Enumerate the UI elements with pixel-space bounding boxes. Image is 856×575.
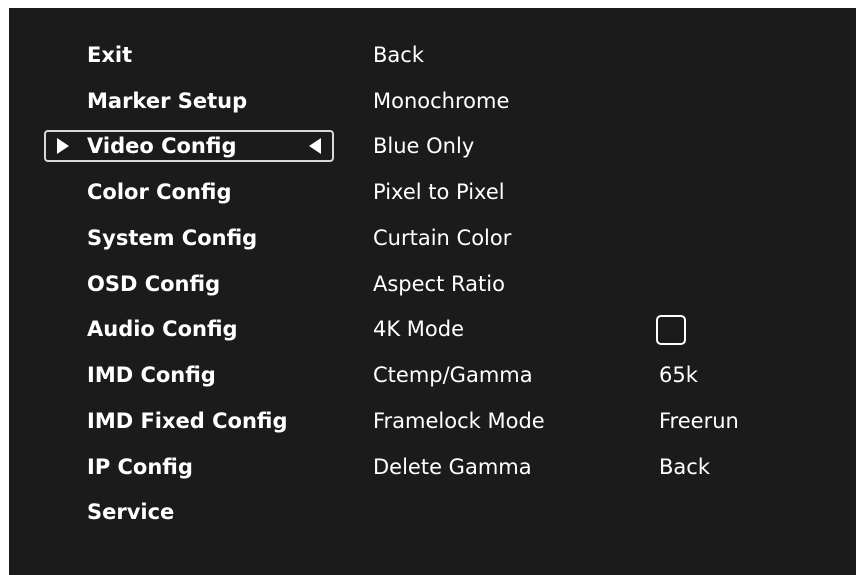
submenu-item-curtain-color[interactable]: Curtain Color [373, 220, 511, 256]
main-menu-item-imd-fixed-config[interactable]: IMD Fixed Config [87, 403, 288, 439]
framelock-mode-value[interactable]: Freerun [659, 403, 739, 439]
submenu-item-back[interactable]: Back [373, 37, 424, 73]
main-menu-item-video-config[interactable]: Video Config [87, 128, 236, 164]
osd-menu-panel: Exit Marker Setup Video Config Color Con… [9, 8, 856, 575]
selection-arrow-left-icon [309, 138, 321, 154]
main-menu-item-system-config[interactable]: System Config [87, 220, 257, 256]
submenu-item-aspect-ratio[interactable]: Aspect Ratio [373, 266, 505, 302]
main-menu-item-exit[interactable]: Exit [87, 37, 132, 73]
main-menu-item-service[interactable]: Service [87, 494, 174, 530]
submenu-item-pixel-to-pixel[interactable]: Pixel to Pixel [373, 174, 505, 210]
main-menu-item-color-config[interactable]: Color Config [87, 174, 232, 210]
submenu-item-framelock-mode[interactable]: Framelock Mode [373, 403, 545, 439]
submenu-item-delete-gamma[interactable]: Delete Gamma [373, 449, 532, 485]
submenu-item-4k-mode[interactable]: 4K Mode [373, 311, 464, 347]
main-menu-item-osd-config[interactable]: OSD Config [87, 266, 220, 302]
delete-gamma-value[interactable]: Back [659, 449, 710, 485]
selection-arrow-right-icon [57, 138, 69, 154]
4k-mode-checkbox[interactable] [656, 315, 686, 345]
submenu-item-blue-only[interactable]: Blue Only [373, 128, 474, 164]
main-menu-item-imd-config[interactable]: IMD Config [87, 357, 216, 393]
submenu-item-monochrome[interactable]: Monochrome [373, 83, 509, 119]
main-menu-item-audio-config[interactable]: Audio Config [87, 311, 238, 347]
main-menu-item-ip-config[interactable]: IP Config [87, 449, 193, 485]
main-menu-item-marker-setup[interactable]: Marker Setup [87, 83, 247, 119]
submenu-item-ctemp-gamma[interactable]: Ctemp/Gamma [373, 357, 533, 393]
ctemp-gamma-value[interactable]: 65k [659, 357, 698, 393]
